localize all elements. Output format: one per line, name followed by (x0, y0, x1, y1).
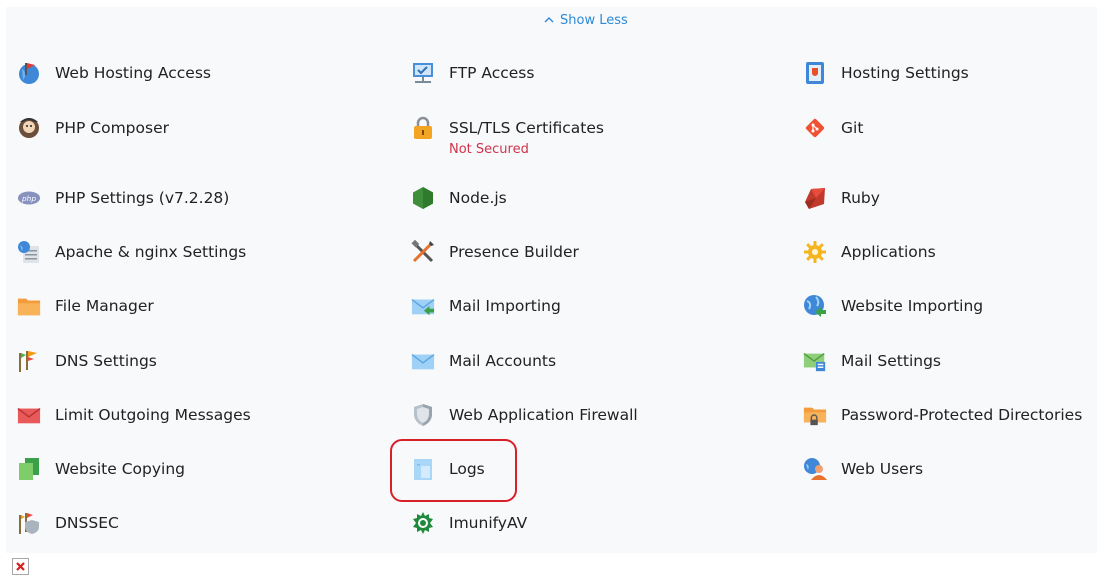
tool-label: Password-Protected Directories (841, 406, 1083, 424)
tool-label: Applications (841, 243, 936, 261)
tool-web-users[interactable]: Web Users (803, 457, 923, 481)
gear-icon (803, 240, 827, 264)
tool-file-manager[interactable]: File Manager (17, 294, 154, 318)
tool-label: Mail Importing (449, 297, 561, 315)
tool-label: Mail Settings (841, 352, 941, 370)
ssl-status-label: Not Secured (449, 142, 529, 157)
locked-folder-icon (803, 403, 827, 427)
svg-text:php: php (21, 194, 36, 203)
copy-pages-icon (17, 457, 41, 481)
tool-label: ImunifyAV (449, 514, 528, 532)
tool-label: PHP Composer (55, 119, 169, 137)
imunify-icon (411, 511, 435, 535)
tool-nodejs[interactable]: Node.js (411, 186, 507, 210)
tool-label: Ruby (841, 189, 880, 207)
red-envelope-icon (17, 403, 41, 427)
tool-web-application-firewall[interactable]: Web Application Firewall (411, 403, 638, 427)
tool-imunifyav[interactable]: ImunifyAV (411, 511, 527, 535)
tool-php-settings[interactable]: php PHP Settings (v7.2.28) (17, 186, 229, 210)
tool-website-copying[interactable]: Website Copying (17, 457, 185, 481)
mail-settings-icon (803, 349, 827, 373)
dns-flags-icon (17, 349, 41, 373)
tool-label: Node.js (449, 189, 507, 207)
tool-label: Hosting Settings (841, 64, 969, 82)
tool-ruby[interactable]: Ruby (803, 186, 880, 210)
tool-label: Web Users (841, 460, 924, 478)
tool-presence-builder[interactable]: Presence Builder (411, 240, 579, 264)
tool-label: Web Application Firewall (449, 406, 638, 424)
tool-label: Website Copying (55, 460, 186, 478)
tool-label: Mail Accounts (449, 352, 557, 370)
show-less-link[interactable]: Show Less (544, 13, 628, 28)
tool-mail-accounts[interactable]: Mail Accounts (411, 349, 556, 373)
tool-hosting-settings[interactable]: Hosting Settings (803, 61, 969, 85)
server-globe-icon (17, 240, 41, 264)
broken-image-icon (12, 558, 29, 575)
tool-label: FTP Access (449, 64, 535, 82)
tool-php-composer[interactable]: PHP Composer (17, 116, 169, 140)
tool-label: Apache & nginx Settings (55, 243, 247, 261)
tool-ftp-access[interactable]: FTP Access (411, 61, 534, 85)
nodejs-hexagon-icon (411, 186, 435, 210)
web-user-icon (803, 457, 827, 481)
tool-ssl-tls-certificates[interactable]: SSL/TLS Certificates Not Secured (411, 116, 604, 157)
shield-icon (411, 403, 435, 427)
ftp-monitor-icon (411, 61, 435, 85)
tool-web-hosting-access[interactable]: Web Hosting Access (17, 61, 211, 85)
tool-website-importing[interactable]: Website Importing (803, 294, 983, 318)
folder-icon (17, 294, 41, 318)
tool-label: PHP Settings (v7.2.28) (55, 189, 230, 207)
tool-applications[interactable]: Applications (803, 240, 936, 264)
mail-import-icon (411, 294, 435, 318)
tool-label: Website Importing (841, 297, 984, 315)
composer-icon (17, 116, 41, 140)
tool-label: Web Hosting Access (55, 64, 211, 82)
tool-limit-outgoing-messages[interactable]: Limit Outgoing Messages (17, 403, 251, 427)
tool-label: DNS Settings (55, 352, 157, 370)
globe-import-icon (803, 294, 827, 318)
tool-password-protected-directories[interactable]: Password-Protected Directories (803, 403, 1082, 427)
tool-label: SSL/TLS Certificates (449, 119, 604, 137)
tool-label: Limit Outgoing Messages (55, 406, 251, 424)
tool-dns-settings[interactable]: DNS Settings (17, 349, 157, 373)
padlock-icon (411, 116, 435, 140)
tool-label: File Manager (55, 297, 154, 315)
tool-label: DNSSEC (55, 514, 119, 532)
chevron-up-icon (544, 16, 554, 26)
php-icon: php (17, 186, 41, 210)
tool-label: Presence Builder (449, 243, 579, 261)
dnssec-shield-icon (17, 511, 41, 535)
hosting-settings-icon (803, 61, 827, 85)
tool-apache-nginx-settings[interactable]: Apache & nginx Settings (17, 240, 246, 264)
show-less-label: Show Less (560, 13, 628, 28)
ruby-gem-icon (803, 186, 827, 210)
tool-git[interactable]: Git (803, 116, 863, 140)
tool-mail-importing[interactable]: Mail Importing (411, 294, 561, 318)
logs-highlight-box (390, 439, 517, 502)
tool-label: Git (841, 119, 864, 137)
tool-dnssec[interactable]: DNSSEC (17, 511, 119, 535)
globe-flag-icon (17, 61, 41, 85)
envelope-icon (411, 349, 435, 373)
tool-mail-settings[interactable]: Mail Settings (803, 349, 941, 373)
tools-icon (411, 240, 435, 264)
git-icon (803, 116, 827, 140)
